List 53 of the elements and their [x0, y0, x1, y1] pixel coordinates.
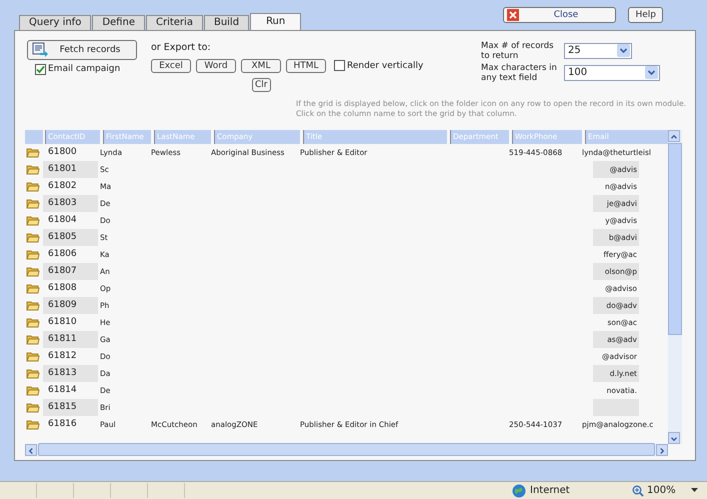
fetch-records-button[interactable]: Fetch records [27, 40, 137, 60]
clear-button[interactable]: Clr [252, 78, 270, 92]
zoom-icon [632, 484, 644, 497]
dropdown-arrow-icon [690, 488, 698, 494]
checkbox[interactable] [334, 60, 345, 72]
checkbox-label: Render vertically [347, 60, 424, 71]
scroll-left-button[interactable] [25, 444, 37, 456]
zone-label: Internet [530, 485, 570, 496]
checkbox-label: Email campaign [48, 64, 120, 74]
table-cell-text: 61816 [47, 418, 78, 431]
export-label: or Export to: [151, 40, 212, 53]
tab[interactable]: Run [250, 12, 302, 30]
table-cell-text: 61802 [47, 180, 78, 193]
table-cell-text: 61800 [47, 146, 78, 159]
table-cell: 61815 [43, 398, 98, 416]
table-cell: 61803 [43, 194, 98, 212]
scroll-right-button[interactable] [656, 444, 668, 456]
table-cell: 61801 [43, 160, 98, 178]
zoom-level[interactable]: 100% [647, 485, 676, 496]
table-cell-text: 61808 [47, 282, 78, 295]
horizontal-scrollbar[interactable] [25, 444, 668, 456]
tab[interactable]: Query info [19, 14, 92, 30]
globe-icon [512, 484, 526, 498]
close-button[interactable]: Close [503, 7, 616, 23]
export-button[interactable]: HTML [286, 58, 326, 73]
grid-corner [25, 130, 43, 144]
tab[interactable]: Build [204, 14, 250, 30]
close-icon [507, 9, 520, 21]
help-button[interactable]: Help [628, 7, 663, 23]
table-cell-text: 61804 [47, 214, 78, 227]
tab[interactable]: Criteria [146, 14, 203, 30]
dropdown[interactable]: 25 [564, 42, 632, 59]
field-label: Max characters in any text field [481, 62, 558, 83]
table-cell: 61813 [43, 364, 98, 382]
table-cell-text: 61806 [47, 248, 78, 261]
checkbox[interactable] [35, 64, 46, 75]
scroll-down-button[interactable] [668, 432, 680, 444]
export-button[interactable]: XML [241, 58, 281, 73]
vertical-scrollbar[interactable] [668, 130, 682, 444]
tab[interactable]: Define [92, 14, 145, 30]
field-label: Max # of records to return [481, 40, 555, 61]
dropdown[interactable]: 100 [564, 64, 660, 81]
table-cell: 61811 [43, 330, 98, 348]
table-cell-text: 61810 [47, 316, 78, 329]
table-cell-text: 61814 [47, 384, 78, 397]
export-button[interactable]: Word [196, 58, 236, 73]
table-cell: 61805 [43, 228, 98, 246]
table-cell: 61809 [43, 296, 98, 314]
export-button[interactable]: Excel [151, 58, 191, 73]
table-cell-text: 61812 [47, 350, 78, 363]
scroll-up-button[interactable] [668, 130, 680, 142]
table-cell: 61807 [43, 262, 98, 280]
records-icon [32, 42, 48, 58]
